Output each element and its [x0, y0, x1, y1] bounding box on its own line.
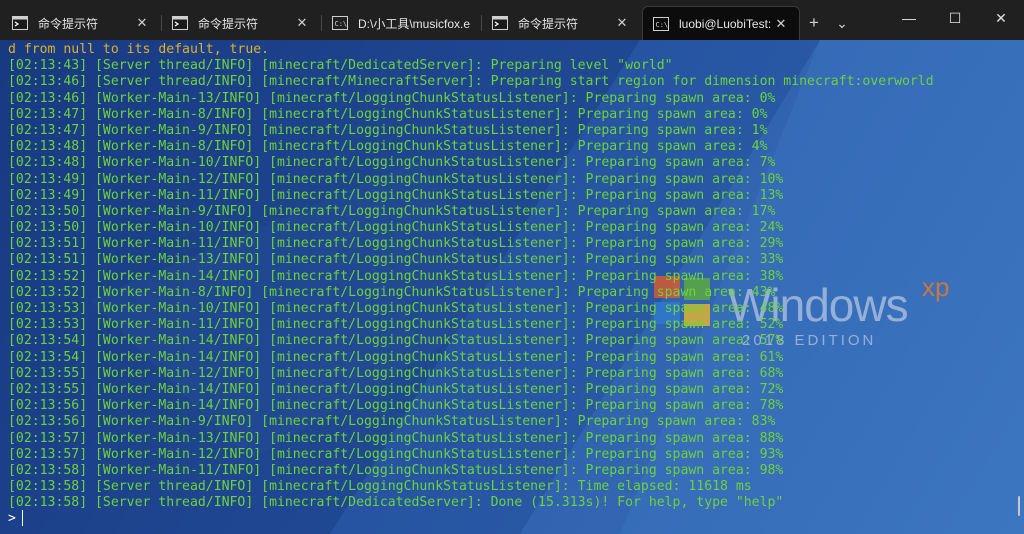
tab-dropdown-button[interactable]: ⌄: [828, 8, 856, 38]
close-tab-icon[interactable]: ✕: [771, 14, 791, 34]
terminal-line: [02:13:50] [Worker-Main-10/INFO] [minecr…: [8, 220, 784, 236]
terminal-line: [02:13:57] [Worker-Main-13/INFO] [minecr…: [8, 430, 784, 446]
terminal-line: d from null to its default, true.: [8, 42, 270, 57]
terminal-line: [02:13:57] [Worker-Main-12/INFO] [minecr…: [8, 446, 784, 462]
terminal-line: [02:13:46] [Worker-Main-13/INFO] [minecr…: [8, 90, 776, 106]
tab-label: 命令提示符: [38, 16, 99, 31]
prompt-line[interactable]: >: [8, 510, 23, 526]
tab-luobi-active[interactable]: C:\ luobi@LuobiTest: ~/ ✕: [642, 6, 800, 40]
tab-label: 命令提示符: [518, 16, 579, 31]
tab-label: 命令提示符: [198, 16, 259, 31]
title-bar: 命令提示符 ✕ 命令提示符 ✕ C:\ D:\小工具\musicfox.e 命令…: [0, 0, 1024, 40]
terminal-line: [02:13:51] [Worker-Main-13/INFO] [minecr…: [8, 252, 784, 268]
maximize-button[interactable]: ☐: [932, 0, 978, 36]
terminal-line: [02:13:49] [Worker-Main-12/INFO] [minecr…: [8, 171, 784, 187]
svg-text:C:\: C:\: [335, 20, 348, 28]
terminal-line: [02:13:52] [Worker-Main-8/INFO] [minecra…: [8, 284, 776, 300]
terminal-line: [02:13:55] [Worker-Main-12/INFO] [minecr…: [8, 365, 784, 381]
terminal-line: [02:13:47] [Worker-Main-9/INFO] [minecra…: [8, 122, 768, 138]
terminal-line: [02:13:58] [Server thread/INFO] [minecra…: [8, 479, 752, 495]
tab-label: luobi@LuobiTest: ~/: [679, 16, 771, 31]
close-tab-icon[interactable]: ✕: [612, 13, 632, 33]
terminal-output: d from null to its default, true. [02:13:…: [8, 42, 1012, 511]
terminal-line: [02:13:53] [Worker-Main-10/INFO] [minecr…: [8, 301, 784, 316]
svg-text:C:\: C:\: [656, 21, 669, 29]
cmd-icon: [172, 16, 188, 30]
terminal-line: [02:13:46] [Server thread/INFO] [minecra…: [8, 74, 934, 90]
tab-musicfox[interactable]: C:\ D:\小工具\musicfox.e: [322, 6, 482, 40]
tab-cmd-1[interactable]: 命令提示符 ✕: [2, 6, 162, 40]
minimize-button[interactable]: —: [886, 0, 932, 36]
terminal-line: [02:13:51] [Worker-Main-11/INFO] [minecr…: [8, 236, 784, 252]
console-icon: C:\: [653, 16, 669, 31]
console-icon: C:\: [332, 16, 348, 30]
terminal-pane[interactable]: Windows xp 2018 EDITION d from null to i…: [0, 40, 1024, 534]
terminal-line: [02:13:58] [Worker-Main-11/INFO] [minecr…: [8, 462, 784, 478]
terminal-line: [02:13:50] [Worker-Main-9/INFO] [minecra…: [8, 203, 776, 219]
scrollbar[interactable]: [1018, 496, 1020, 516]
close-tab-icon[interactable]: ✕: [292, 13, 312, 33]
terminal-line: [02:13:56] [Worker-Main-14/INFO] [minecr…: [8, 398, 784, 414]
text-cursor: [21, 510, 23, 526]
terminal-line: [02:13:56] [Worker-Main-9/INFO] [minecra…: [8, 414, 776, 430]
tab-cmd-3[interactable]: 命令提示符 ✕: [482, 6, 640, 40]
close-window-button[interactable]: ✕: [978, 0, 1024, 36]
terminal-line: [02:13:54] [Worker-Main-14/INFO] [minecr…: [8, 333, 784, 349]
tab-cmd-2[interactable]: 命令提示符 ✕: [162, 6, 322, 40]
terminal-line: [02:13:55] [Worker-Main-14/INFO] [minecr…: [8, 381, 784, 397]
terminal-line: [02:13:47] [Worker-Main-8/INFO] [minecra…: [8, 106, 768, 122]
close-tab-icon[interactable]: ✕: [132, 13, 152, 33]
terminal-line: [02:13:58] [Server thread/INFO] [minecra…: [8, 495, 784, 511]
terminal-line: [02:13:48] [Worker-Main-8/INFO] [minecra…: [8, 139, 768, 155]
cmd-icon: [492, 16, 508, 30]
new-tab-button[interactable]: +: [800, 8, 828, 38]
cmd-icon: [12, 16, 28, 30]
terminal-line: [02:13:54] [Worker-Main-14/INFO] [minecr…: [8, 349, 784, 365]
terminal-line: [02:13:48] [Worker-Main-10/INFO] [minecr…: [8, 155, 776, 171]
prompt-symbol: >: [8, 510, 16, 526]
terminal-line: [02:13:53] [Worker-Main-11/INFO] [minecr…: [8, 317, 784, 333]
terminal-line: [02:13:43] [Server thread/INFO] [minecra…: [8, 58, 673, 74]
terminal-line: [02:13:49] [Worker-Main-11/INFO] [minecr…: [8, 187, 784, 203]
terminal-line: [02:13:52] [Worker-Main-14/INFO] [minecr…: [8, 268, 784, 284]
tab-label: D:\小工具\musicfox.e: [358, 16, 471, 31]
window-controls: — ☐ ✕: [886, 0, 1024, 36]
